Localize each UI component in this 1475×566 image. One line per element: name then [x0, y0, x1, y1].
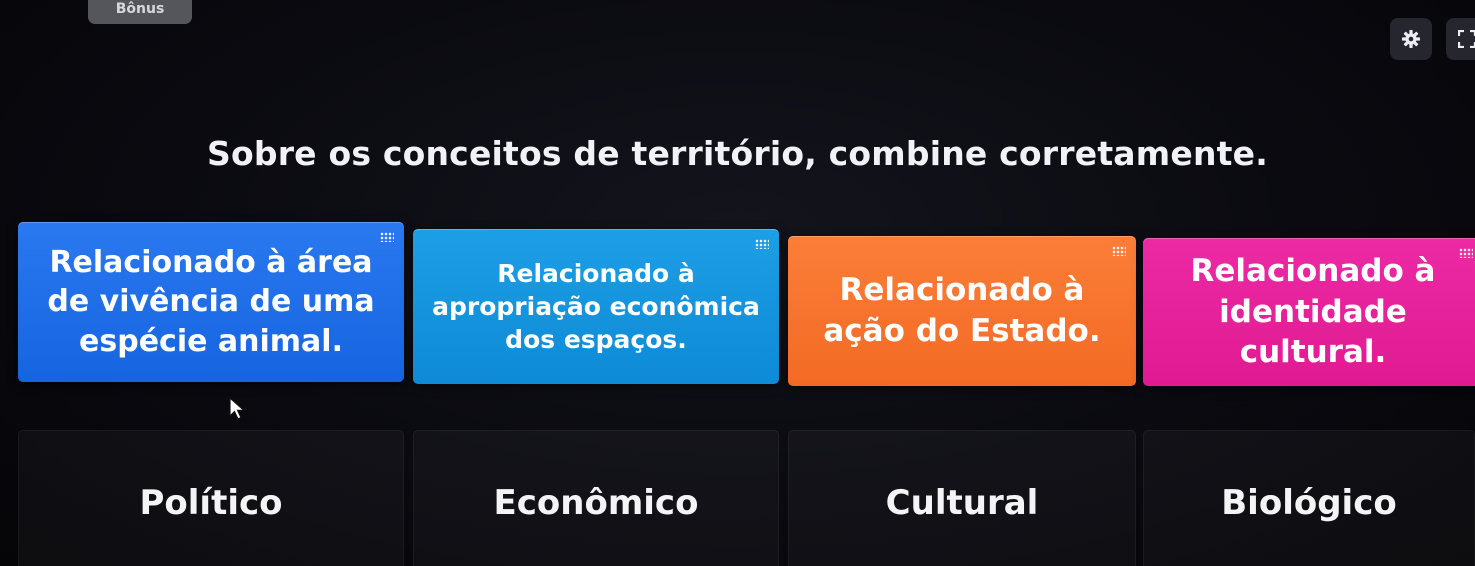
card-text: Relacionado à ação do Estado. [823, 272, 1101, 349]
target-label: Biológico [1221, 483, 1397, 523]
drop-target-politico[interactable]: Político [18, 430, 404, 566]
target-label: Econômico [493, 483, 699, 523]
drag-handle-icon[interactable] [1112, 246, 1126, 256]
question-text: Sobre os conceitos de território, combin… [207, 134, 1268, 173]
drag-handle-icon[interactable] [380, 232, 394, 242]
fullscreen-button[interactable] [1446, 18, 1475, 60]
card-text: Relacionado à apropriação econômica dos … [432, 259, 760, 354]
drop-target-economico[interactable]: Econômico [413, 430, 779, 566]
target-label: Político [139, 483, 283, 523]
mouse-cursor-icon [229, 397, 246, 420]
draggable-card-acao-estado[interactable]: Relacionado à ação do Estado. [788, 236, 1136, 386]
drop-target-cultural[interactable]: Cultural [788, 430, 1136, 566]
draggable-card-identidade-cultural[interactable]: Relacionado à identidade cultural. [1143, 238, 1475, 386]
draggable-card-apropriacao-economica[interactable]: Relacionado à apropriação econômica dos … [413, 229, 779, 384]
drag-handle-icon[interactable] [1459, 248, 1473, 258]
gear-icon [1402, 30, 1420, 48]
card-text: Relacionado à área de vivência de uma es… [47, 244, 375, 359]
bonus-tab[interactable]: Bônus [88, 0, 192, 24]
card-text: Relacionado à identidade cultural. [1190, 252, 1436, 371]
drop-target-biologico[interactable]: Biológico [1143, 430, 1475, 566]
fullscreen-icon [1458, 30, 1475, 48]
draggable-card-area-vivencia[interactable]: Relacionado à área de vivência de uma es… [18, 222, 404, 382]
target-label: Cultural [885, 483, 1039, 523]
settings-button[interactable] [1390, 18, 1432, 60]
drag-handle-icon[interactable] [755, 239, 769, 249]
game-screen: Bônus Sobre os conceitos de território, … [0, 0, 1475, 566]
